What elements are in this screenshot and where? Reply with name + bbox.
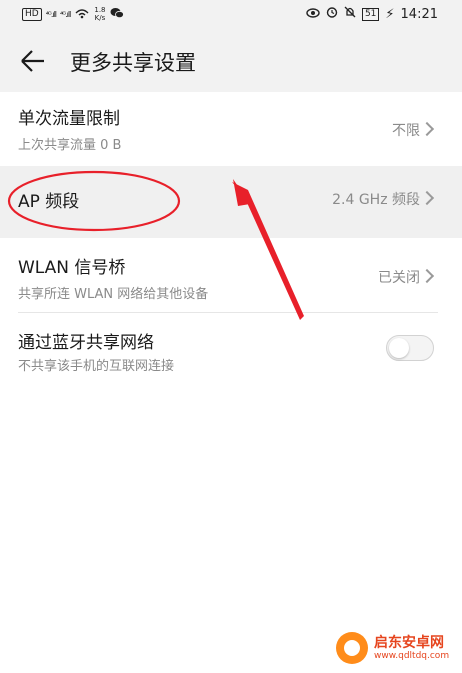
- watermark-text: 启东安卓网 www.qdltdq.com: [374, 635, 449, 661]
- watermark-logo-icon: [336, 632, 368, 664]
- watermark: 启东安卓网 www.qdltdq.com: [336, 632, 449, 664]
- watermark-url: www.qdltdq.com: [374, 651, 450, 661]
- annotation-overlay: [7, 170, 304, 320]
- watermark-name: 启东安卓网: [374, 635, 444, 651]
- annotation-circle: [7, 170, 181, 232]
